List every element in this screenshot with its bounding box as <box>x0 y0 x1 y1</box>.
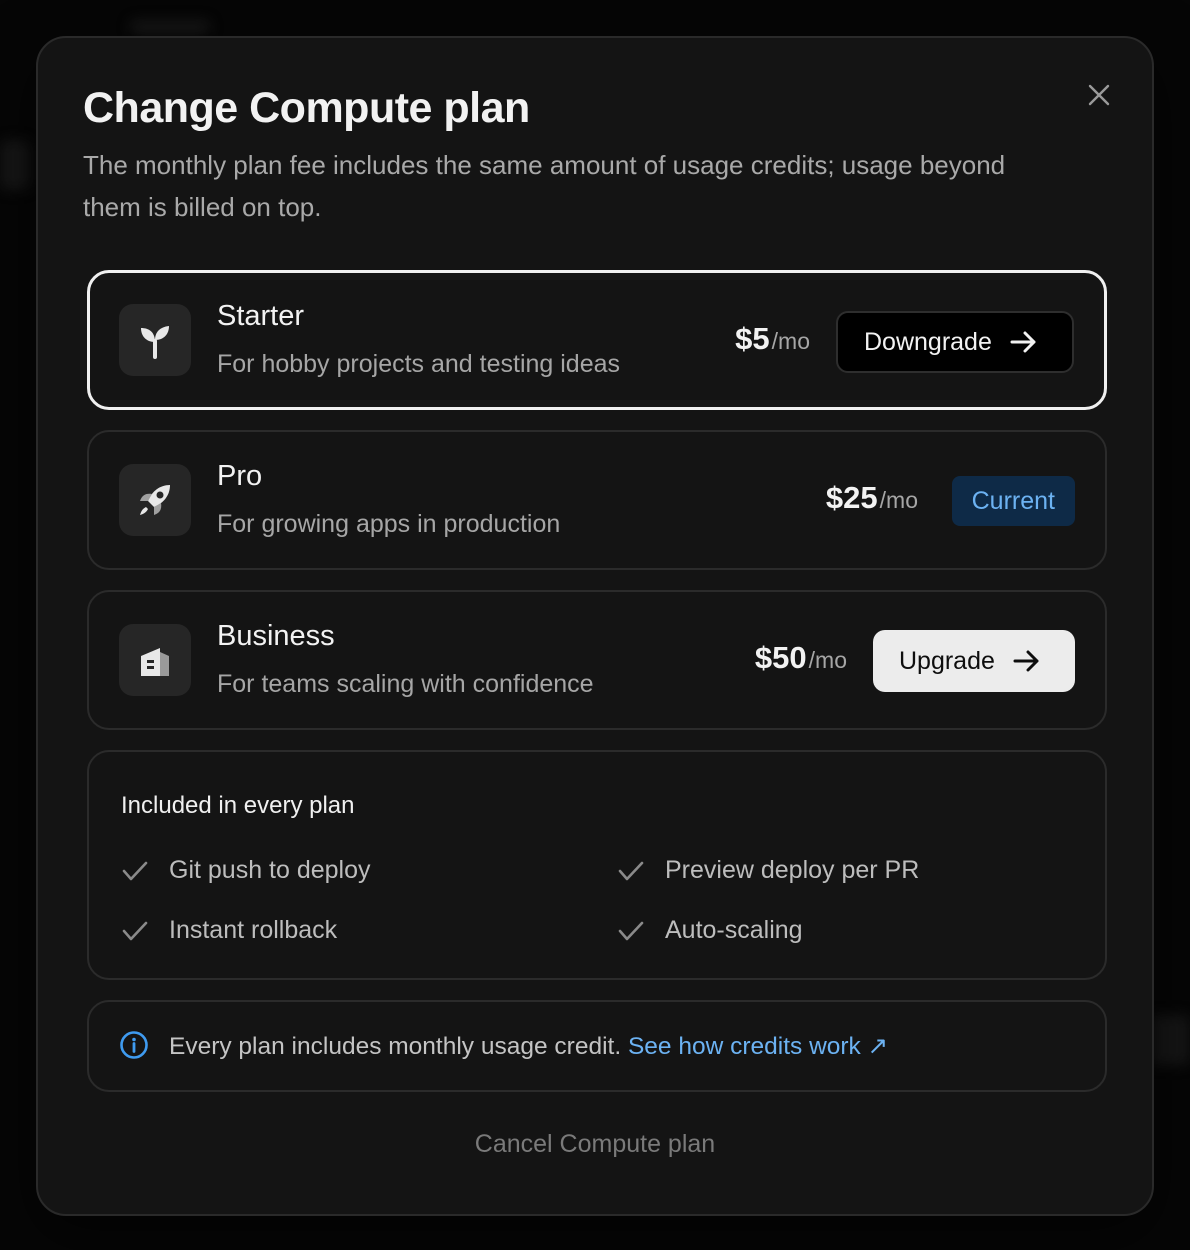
price-amount: $5 <box>735 321 770 356</box>
info-text: Every plan includes monthly usage credit… <box>169 1031 888 1061</box>
feature-item: Instant rollback <box>121 916 337 945</box>
downgrade-button[interactable]: Downgrade <box>836 311 1074 373</box>
plan-description: For teams scaling with confidence <box>217 670 594 698</box>
info-icon <box>120 1031 148 1059</box>
plan-card-starter[interactable]: Starter For hobby projects and testing i… <box>87 270 1107 410</box>
modal-title: Change Compute plan <box>83 84 530 132</box>
building-icon <box>119 624 191 696</box>
button-label: Downgrade <box>864 327 992 356</box>
credits-info-banner: Every plan includes monthly usage credit… <box>87 1000 1107 1092</box>
check-icon <box>618 921 644 940</box>
upgrade-button[interactable]: Upgrade <box>873 630 1075 692</box>
rocket-icon <box>119 464 191 536</box>
price-amount: $50 <box>754 640 807 675</box>
info-message: Every plan includes monthly usage credit… <box>169 1033 622 1060</box>
plan-name: Business <box>217 620 335 652</box>
feature-label: Auto-scaling <box>665 916 803 944</box>
credits-help-link[interactable]: See how credits work ↗ <box>628 1033 888 1060</box>
included-features-panel: Included in every plan Git push to deplo… <box>87 750 1107 980</box>
check-icon <box>618 861 644 880</box>
features-title: Included in every plan <box>121 792 355 819</box>
arrow-right-icon <box>1010 331 1036 353</box>
feature-label: Instant rollback <box>169 916 338 944</box>
feature-item: Auto-scaling <box>617 916 803 945</box>
sprout-icon <box>119 304 191 376</box>
price-amount: $25 <box>825 480 878 515</box>
plan-description: For hobby projects and testing ideas <box>217 350 621 378</box>
arrow-right-icon <box>1013 650 1039 672</box>
background-blur <box>0 140 30 190</box>
feature-label: Preview deploy per PR <box>665 856 920 884</box>
feature-label: Git push to deploy <box>169 856 371 884</box>
feature-item: Git push to deploy <box>121 856 371 885</box>
plan-card-pro[interactable]: Pro For growing apps in production $25 /… <box>87 430 1107 570</box>
check-icon <box>122 861 148 880</box>
close-icon[interactable] <box>1084 80 1114 110</box>
check-icon <box>122 921 148 940</box>
background-blur <box>1150 1015 1190 1065</box>
plan-description: For growing apps in production <box>217 510 561 538</box>
plan-price: $5 /mo <box>735 321 810 361</box>
plan-name: Pro <box>217 460 263 492</box>
price-period: /mo <box>808 647 847 673</box>
modal-subtitle: The monthly plan fee includes the same a… <box>83 150 1006 222</box>
plan-card-business[interactable]: Business For teams scaling with confiden… <box>87 590 1107 730</box>
price-period: /mo <box>771 328 810 354</box>
plan-name: Starter <box>217 300 305 332</box>
plan-price: $25 /mo <box>826 480 918 520</box>
background-blur <box>130 20 210 34</box>
price-period: /mo <box>879 487 918 513</box>
cancel-plan-button[interactable]: Cancel Compute plan <box>38 1130 1152 1159</box>
change-plan-modal: Change Compute plan The monthly plan fee… <box>36 36 1154 1216</box>
plan-price: $50 /mo <box>755 640 847 680</box>
current-plan-badge: Current <box>951 476 1075 526</box>
button-label: Upgrade <box>899 646 995 675</box>
feature-item: Preview deploy per PR <box>617 856 919 885</box>
